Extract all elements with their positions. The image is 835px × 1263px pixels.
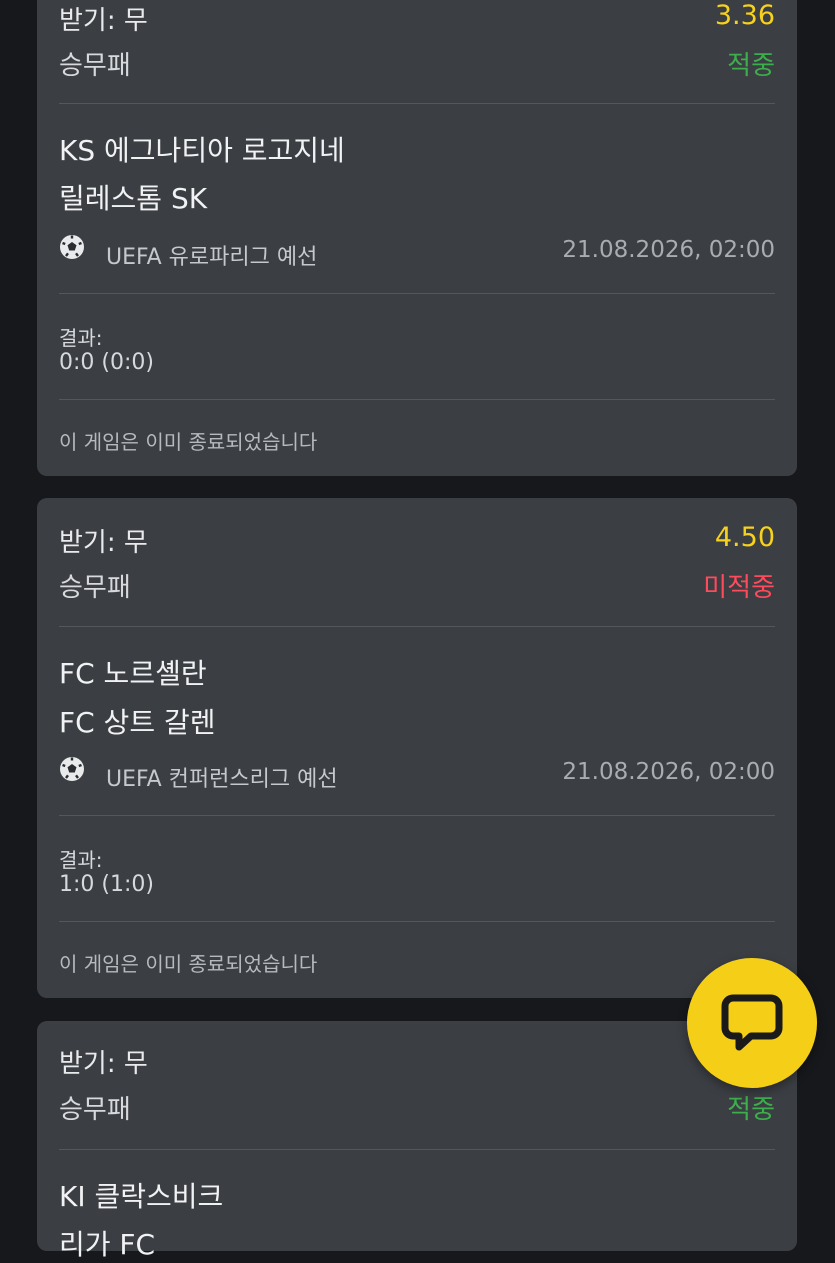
result-score: 0:0 (0:0) — [59, 350, 154, 375]
away-team: 릴레스톰 SK — [59, 182, 208, 215]
divider — [59, 815, 775, 816]
league-name: UEFA 컨퍼런스리그 예선 — [106, 767, 338, 792]
match-datetime: 21.08.2026, 02:00 — [562, 759, 775, 785]
game-ended-note: 이 게임은 이미 종료되었습니다 — [59, 952, 318, 976]
divider — [59, 1149, 775, 1150]
soccer-ball-icon — [60, 757, 84, 781]
result-label: 결과: — [59, 848, 103, 872]
result-label: 결과: — [59, 326, 103, 350]
home-team: KI 클락스비크 — [59, 1180, 224, 1213]
divider — [59, 399, 775, 400]
bet-pick: 받기: 무 — [59, 6, 148, 36]
divider — [59, 103, 775, 104]
odds-value: 3.36 — [714, 0, 775, 31]
away-team: FC 상트 갈렌 — [59, 706, 216, 739]
match-datetime: 21.08.2026, 02:00 — [562, 237, 775, 263]
bet-status: 미적중 — [703, 573, 775, 603]
odds-value: 4.50 — [714, 522, 775, 553]
divider — [59, 293, 775, 294]
bet-status: 적중 — [727, 1095, 775, 1125]
bet-card: 받기: 무 4.50 승무패 미적중 FC 노르셸란 FC 상트 갈렌 UEFA… — [37, 498, 797, 998]
bet-pick: 받기: 무 — [59, 528, 148, 558]
league-name: UEFA 유로파리그 예선 — [106, 245, 318, 270]
market-name: 승무패 — [59, 51, 131, 81]
chat-button[interactable] — [687, 958, 817, 1088]
divider — [59, 921, 775, 922]
soccer-ball-icon — [60, 235, 84, 259]
result-score: 1:0 (1:0) — [59, 872, 154, 897]
home-team: FC 노르셸란 — [59, 657, 207, 690]
market-name: 승무패 — [59, 573, 131, 603]
bet-pick: 받기: 무 — [59, 1049, 148, 1079]
bet-card: 받기: 무 3.36 승무패 적중 KS 에그나티아 로고지네 릴레스톰 SK … — [37, 0, 797, 476]
bet-card: 받기: 무 승무패 적중 KI 클락스비크 리가 FC — [37, 1021, 797, 1261]
game-ended-note: 이 게임은 이미 종료되었습니다 — [59, 430, 318, 454]
divider — [59, 626, 775, 627]
bet-status: 적중 — [727, 51, 775, 81]
home-team: KS 에그나티아 로고지네 — [59, 134, 345, 167]
away-team: 리가 FC — [59, 1228, 156, 1261]
chat-bubble-icon — [721, 994, 783, 1051]
market-name: 승무패 — [59, 1095, 131, 1125]
